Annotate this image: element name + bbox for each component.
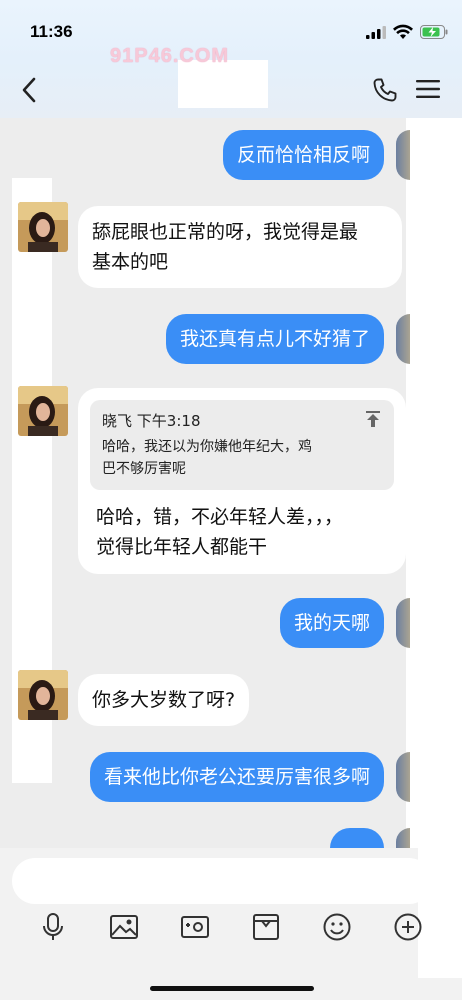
wifi-icon [393, 24, 413, 39]
microphone-icon[interactable] [38, 912, 68, 942]
input-area [0, 848, 462, 1000]
image-icon[interactable] [109, 912, 139, 942]
message-bubble-outgoing[interactable]: 反而恰恰相反啊 [222, 130, 384, 180]
back-arrow-icon[interactable] [18, 76, 40, 104]
message-text: 我还真有点儿不好猜了 [179, 328, 370, 350]
message-bubble-outgoing[interactable]: 我还真有点儿不好猜了 [165, 314, 384, 364]
box-icon[interactable] [251, 912, 281, 942]
my-avatar[interactable] [396, 314, 410, 364]
my-avatar[interactable] [396, 130, 410, 180]
message-text-line: 舔屁眼也正常的呀，我觉得是最 [92, 221, 359, 243]
quote-text: 哈哈，我还以为你嫌他年纪大，鸡 巴不够厉害呢 [102, 436, 382, 480]
message-bubble-incoming[interactable]: 舔屁眼也正常的呀，我觉得是最 基本的吧 [78, 206, 402, 288]
quote-text-line: 巴不够厉害呢 [102, 461, 186, 477]
message-text: 看来他比你老公还要厉害很多啊 [103, 766, 370, 788]
redaction-strip-right [406, 118, 462, 848]
plus-icon[interactable] [393, 912, 423, 942]
cellular-signal-icon [366, 26, 386, 39]
message-text-line: 觉得比年轻人都能干 [96, 536, 268, 558]
my-avatar[interactable] [396, 828, 410, 848]
quote-text-line: 哈哈，我还以为你嫌他年纪大，鸡 [102, 439, 312, 455]
watermark: 91P46.COM [110, 45, 230, 67]
quote-author: 晓飞 [102, 412, 133, 430]
nav-bar [0, 60, 462, 118]
message-text-line: 基本的吧 [92, 251, 169, 273]
message-input[interactable] [12, 858, 432, 904]
message-bubble-outgoing[interactable]: 我的天哪 [279, 598, 384, 648]
my-avatar[interactable] [396, 598, 410, 648]
menu-icon[interactable] [416, 79, 440, 99]
message-bubble-incoming[interactable]: 晓飞 下午3:18 哈哈，我还以为你嫌他年纪大，鸡 巴不够厉害呢 哈哈，错，不必… [78, 388, 406, 574]
message-bubble-incoming[interactable]: 你多大岁数了呀? [78, 674, 250, 726]
message-text: 你多大岁数了呀? [92, 689, 236, 711]
emoji-icon[interactable] [322, 912, 352, 942]
camera-icon[interactable] [180, 912, 210, 942]
message-bubble-outgoing[interactable]: 看来他比你老公还要厉害很多啊 [89, 752, 384, 802]
my-avatar[interactable] [396, 752, 410, 802]
chat-area[interactable]: 反而恰恰相反啊 舔屁眼也正常的呀，我觉得是最 基本的吧 我还真有点儿不好猜了 晓… [0, 118, 462, 848]
contact-avatar[interactable] [18, 670, 68, 720]
quote-header: 晓飞 下午3:18 [102, 410, 382, 432]
phone-call-icon[interactable] [372, 77, 398, 103]
contact-avatar[interactable] [18, 202, 68, 252]
message-text: 反而恰恰相反啊 [236, 144, 370, 166]
quote-time: 下午3:18 [136, 412, 201, 430]
home-indicator[interactable] [150, 986, 314, 991]
message-text-line: 哈哈，错，不必年轻人差，，， [96, 506, 344, 528]
message-text: 我的天哪 [293, 612, 370, 634]
jump-to-top-icon[interactable] [364, 410, 382, 428]
quoted-message[interactable]: 晓飞 下午3:18 哈哈，我还以为你嫌他年纪大，鸡 巴不够厉害呢 [90, 400, 394, 490]
contact-avatar[interactable] [18, 386, 68, 436]
battery-charging-icon [420, 25, 448, 39]
status-bar: 11:36 [0, 0, 462, 60]
redaction-strip-right [418, 848, 462, 978]
message-bubble-outgoing[interactable] [330, 828, 384, 848]
status-time: 11:36 [30, 22, 73, 41]
